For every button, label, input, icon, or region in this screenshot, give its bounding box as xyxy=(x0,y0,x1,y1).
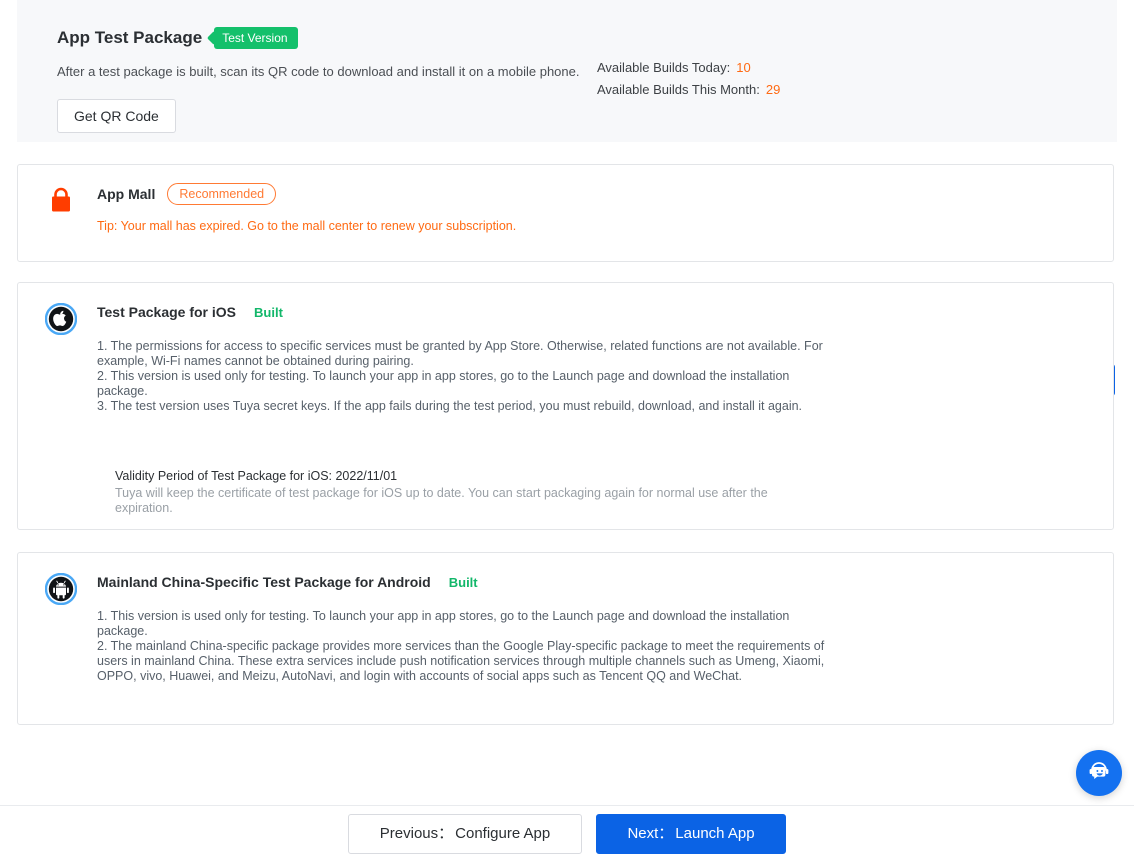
app-mall-title: App Mall xyxy=(97,186,155,202)
android-card-body: Mainland China-Specific Test Package for… xyxy=(97,571,863,684)
ios-card-body: Test Package for iOS Built 1. The permis… xyxy=(97,301,863,414)
ios-note-3: 3. The test version uses Tuya secret key… xyxy=(97,399,827,414)
app-mall-card: App Mall Recommended Tip: Your mall has … xyxy=(17,164,1114,262)
ios-validity-note: Tuya will keep the certificate of test p… xyxy=(115,486,805,516)
previous-step-value: Configure App xyxy=(455,825,550,842)
android-note-2: 2. The mainland China-specific package p… xyxy=(97,639,827,684)
header-description: After a test package is built, scan its … xyxy=(57,64,577,79)
previous-step-button[interactable]: Previous：Configure App xyxy=(348,814,582,854)
footer-bar: Previous：Configure App Next：Launch App xyxy=(0,805,1134,860)
ios-note-2: 2. This version is used only for testing… xyxy=(97,369,827,399)
ios-status-badge: Built xyxy=(254,305,283,320)
ios-note-1: 1. The permissions for access to specifi… xyxy=(97,339,827,369)
next-step-value: Launch App xyxy=(675,825,754,842)
app-mall-head: App Mall Recommended xyxy=(97,183,863,205)
test-version-tag-label: Test Version xyxy=(222,31,287,45)
apple-icon xyxy=(45,303,77,335)
shopping-bag-icon xyxy=(45,185,77,217)
ios-validity-title: Validity Period of Test Package for iOS:… xyxy=(115,469,397,483)
next-step-button[interactable]: Next：Launch App xyxy=(596,814,786,854)
stat-builds-month-label: Available Builds This Month: xyxy=(597,82,760,97)
android-test-package-card: Mainland China-Specific Test Package for… xyxy=(17,552,1114,725)
header-panel: App Test Package Test Version After a te… xyxy=(17,0,1117,142)
stat-builds-today: Available Builds Today: 10 xyxy=(597,57,780,79)
ios-test-package-card: Test Package for iOS Built 1. The permis… xyxy=(17,282,1114,530)
stat-builds-today-label: Available Builds Today: xyxy=(597,60,730,75)
get-qr-code-button[interactable]: Get QR Code xyxy=(57,99,176,133)
footer-actions: Previous：Configure App Next：Launch App xyxy=(0,806,1134,860)
customer-service-chat-button[interactable] xyxy=(1076,750,1122,796)
ios-card-title: Test Package for iOS xyxy=(97,304,236,320)
app-mall-body: App Mall Recommended Tip: Your mall has … xyxy=(97,183,863,233)
android-status-badge: Built xyxy=(449,575,478,590)
ios-card-head: Test Package for iOS Built xyxy=(97,301,863,323)
app-mall-tip: Tip: Your mall has expired. Go to the ma… xyxy=(97,219,863,233)
stat-builds-month-value: 29 xyxy=(766,82,780,97)
stat-builds-month: Available Builds This Month: 29 xyxy=(597,79,780,101)
android-card-head: Mainland China-Specific Test Package for… xyxy=(97,571,863,593)
next-step-label: Next： xyxy=(627,825,673,842)
recommended-badge: Recommended xyxy=(167,183,276,205)
customer-service-chat-icon xyxy=(1085,757,1113,790)
android-icon xyxy=(45,573,77,605)
android-note-1: 1. This version is used only for testing… xyxy=(97,609,827,639)
stat-builds-today-value: 10 xyxy=(736,60,750,75)
android-card-title: Mainland China-Specific Test Package for… xyxy=(97,574,431,590)
app-test-package-page: App Test Package Test Version After a te… xyxy=(0,0,1134,860)
page-title: App Test Package xyxy=(57,28,202,48)
header-stats: Available Builds Today: 10 Available Buil… xyxy=(597,57,780,101)
test-version-tag: Test Version xyxy=(214,27,297,49)
android-notes: 1. This version is used only for testing… xyxy=(97,609,827,684)
header-left: App Test Package Test Version After a te… xyxy=(57,26,577,133)
previous-step-label: Previous： xyxy=(380,825,453,842)
title-row: App Test Package Test Version xyxy=(57,26,577,50)
ios-notes: 1. The permissions for access to specifi… xyxy=(97,339,827,414)
